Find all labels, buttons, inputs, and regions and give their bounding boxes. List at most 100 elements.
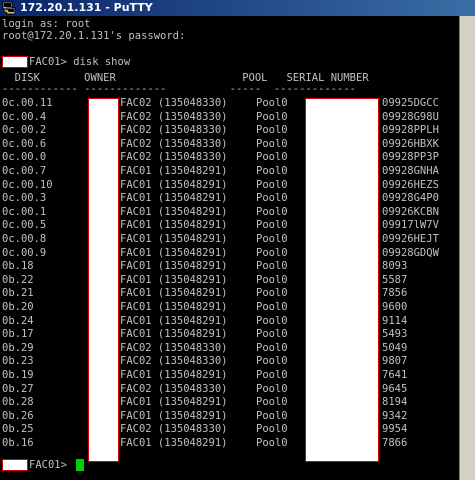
disk-cell: 0c.00.5: [2, 219, 47, 232]
pool-cell: Pool0: [256, 260, 288, 273]
owner-cell: FAC01 (135048291): [120, 233, 228, 245]
owner-cell: FAC02 (135048330): [120, 423, 228, 436]
owner-cell: FAC01 (135048291): [120, 409, 228, 422]
owner-cell: FAC01 (135048291): [120, 205, 228, 218]
table-row: 0c.00.3 FAC01 (135048291) Pool0 09928G4P0: [0, 193, 460, 204]
putty-window: 172.20.1.131 - PuTTY login as: root root…: [0, 0, 475, 480]
pool-cell: Pool0: [256, 137, 288, 150]
owner-cell: FAC01 (135048291): [120, 287, 228, 300]
table-row: 0c.00.5 FAC01 (135048291) Pool0 09917lW7V: [0, 220, 460, 231]
pool-cell: Pool0: [256, 97, 288, 109]
pool-cell: Pool0: [256, 178, 288, 191]
table-row: 0c.00.9 FAC01 (135048291) Pool0 09928GDQW: [0, 246, 460, 259]
final-prompt: FAC01>: [29, 459, 74, 471]
owner-cell: FAC02 (135048330): [120, 151, 228, 164]
disk-cell: 0b.29: [2, 341, 34, 354]
pool-cell: Pool0: [256, 423, 288, 436]
command-prompt: FAC01> disk show: [29, 56, 131, 68]
password-line: root@172.20.1.131's password:: [2, 30, 186, 42]
disk-cell: 0b.24: [2, 314, 34, 327]
serial-cell: 09926HBXK: [382, 137, 439, 150]
table-divider: ------------ ------------- ----- -------…: [2, 83, 357, 95]
vertical-scrollbar[interactable]: [459, 16, 475, 480]
disk-cell: 0b.16: [2, 437, 34, 449]
owner-cell: FAC01 (135048291): [120, 178, 228, 191]
disk-cell: 0b.18: [2, 260, 34, 273]
table-row: 0b.22 FAC01 (135048291) Pool0 5587: [0, 273, 460, 286]
terminal-output[interactable]: login as: root root@172.20.1.131's passw…: [0, 16, 460, 480]
disk-cell: 0c.00.10: [2, 178, 53, 191]
table-row: 0b.27 FAC02 (135048330) Pool0 9645: [0, 383, 460, 395]
disk-cell: 0b.19: [2, 369, 34, 381]
serial-cell: 09926HEZS: [382, 178, 439, 191]
table-row: 0c.00.4 FAC02 (135048330) Pool0 09928G98U: [0, 110, 460, 123]
owner-cell: FAC01 (135048291): [120, 369, 228, 381]
disk-cell: 0c.00.3: [2, 192, 47, 205]
disk-cell: 0b.21: [2, 287, 34, 300]
disk-cell: 0b.26: [2, 409, 34, 422]
disk-cell: 0c.00.2: [2, 124, 47, 137]
serial-cell: 9114: [382, 314, 408, 327]
disk-cell: 0c.00.9: [2, 246, 47, 259]
pool-cell: Pool0: [256, 409, 288, 422]
pool-cell: Pool0: [256, 341, 288, 354]
disk-cell: 0b.22: [2, 273, 34, 286]
serial-cell: 8093: [382, 260, 408, 273]
serial-cell: 5049: [382, 341, 408, 354]
serial-cell: 7856: [382, 287, 408, 300]
table-row: 0b.28 FAC01 (135048291) Pool0 8194: [0, 397, 460, 408]
login-line: login as: root: [2, 18, 91, 30]
window-title: 172.20.1.131 - PuTTY: [20, 1, 153, 14]
pool-cell: Pool0: [256, 219, 288, 232]
redacted-owner-column: [88, 98, 119, 462]
owner-cell: FAC02 (135048330): [120, 137, 228, 150]
table-row: 0c.00.6 FAC02 (135048330) Pool0 09926HBXK: [0, 137, 460, 150]
serial-cell: 5587: [382, 273, 408, 286]
serial-cell: 09925DGCC: [382, 97, 439, 109]
disk-cell: 0c.00.7: [2, 165, 47, 177]
serial-cell: 9600: [382, 301, 408, 313]
serial-cell: 9807: [382, 355, 408, 368]
pool-cell: Pool0: [256, 233, 288, 245]
title-bar[interactable]: 172.20.1.131 - PuTTY: [0, 0, 475, 16]
owner-cell: FAC02 (135048330): [120, 355, 228, 368]
redacted-hostname: [2, 459, 28, 471]
serial-cell: 09926KCBN: [382, 205, 439, 218]
table-row: 0b.24 FAC01 (135048291) Pool0 9114: [0, 314, 460, 327]
pool-cell: Pool0: [256, 273, 288, 286]
table-row: 0b.19 FAC01 (135048291) Pool0 7641: [0, 370, 460, 381]
table-row: 0c.00.1 FAC01 (135048291) Pool0 09926KCBN: [0, 205, 460, 218]
table-row: 0c.00.10 FAC01 (135048291) Pool0 09926HEZS: [0, 178, 460, 191]
owner-cell: FAC01 (135048291): [120, 246, 228, 259]
owner-cell: FAC01 (135048291): [120, 219, 228, 232]
serial-cell: 09928GDQW: [382, 246, 439, 259]
owner-cell: FAC01 (135048291): [120, 165, 228, 177]
owner-cell: FAC01 (135048291): [120, 273, 228, 286]
pool-cell: Pool0: [256, 151, 288, 164]
serial-cell: 8194: [382, 396, 408, 409]
serial-cell: 9954: [382, 423, 408, 436]
pool-cell: Pool0: [256, 287, 288, 300]
table-row: 0c.00.0 FAC02 (135048330) Pool0 09928PP3P: [0, 152, 460, 163]
table-row: 0c.00.8 FAC01 (135048291) Pool0 09926HEJT: [0, 234, 460, 245]
serial-cell: 09928G98U: [382, 110, 439, 123]
pool-cell: Pool0: [256, 396, 288, 409]
serial-cell: 7866: [382, 437, 408, 449]
table-row: 0b.17 FAC01 (135048291) Pool0 5493: [0, 329, 460, 340]
pool-cell: Pool0: [256, 355, 288, 368]
owner-cell: FAC02 (135048330): [120, 97, 228, 109]
table-row: 0b.26 FAC01 (135048291) Pool0 9342: [0, 409, 460, 422]
disk-cell: 0b.20: [2, 301, 34, 313]
table-row: 0b.18 FAC01 (135048291) Pool0 8093: [0, 261, 460, 272]
pool-cell: Pool0: [256, 437, 288, 449]
table-row: 0c.00.11 FAC02 (135048330) Pool0 09925DGCC: [0, 98, 460, 109]
owner-cell: FAC01 (135048291): [120, 314, 228, 327]
disk-cell: 0c.00.0: [2, 151, 47, 164]
serial-cell: 09928G4P0: [382, 192, 439, 205]
pool-cell: Pool0: [256, 110, 288, 123]
table-row: 0b.23 FAC02 (135048330) Pool0 9807: [0, 356, 460, 367]
disk-cell: 0b.23: [2, 355, 34, 368]
serial-cell: 09928PP3P: [382, 151, 439, 164]
table-row: 0b.29 FAC02 (135048330) Pool0 5049: [0, 341, 460, 354]
table-row: 0b.21 FAC01 (135048291) Pool0 7856: [0, 288, 460, 299]
